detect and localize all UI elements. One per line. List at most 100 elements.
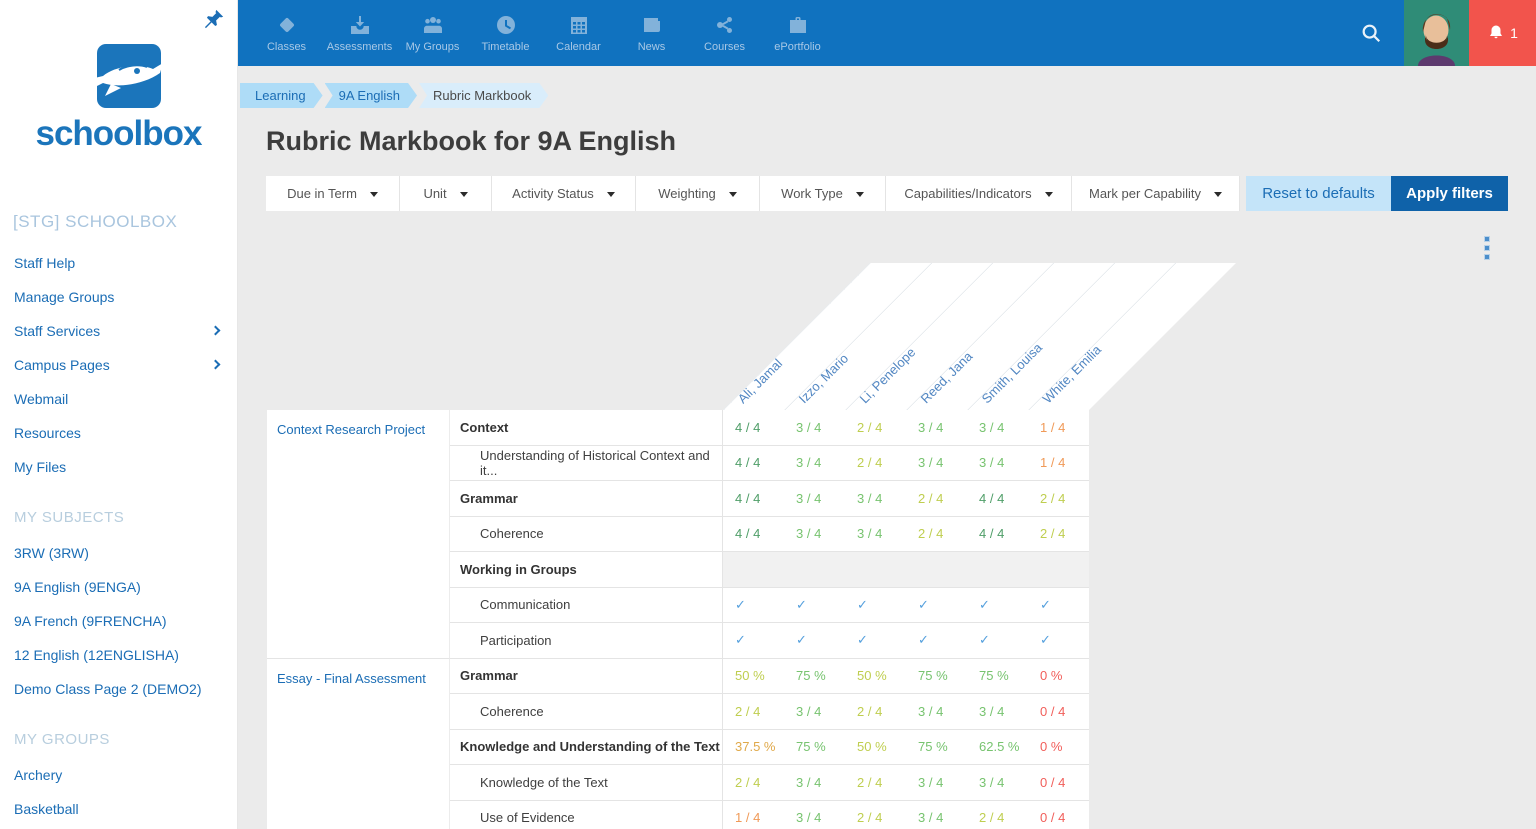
filter-dropdown-unit[interactable]: Unit xyxy=(400,176,492,211)
mark-cell[interactable]: 4 / 4 xyxy=(967,517,1028,552)
mark-cell[interactable]: 3 / 4 xyxy=(784,410,845,445)
mark-cell[interactable]: 3 / 4 xyxy=(845,517,906,552)
mark-cell[interactable]: 4 / 4 xyxy=(723,446,784,481)
mark-cell[interactable]: ✓ xyxy=(784,623,845,658)
nav-item-eportfolio[interactable]: ePortfolio xyxy=(761,0,834,66)
apply-filters-button[interactable]: Apply filters xyxy=(1391,176,1508,211)
mark-cell[interactable]: 3 / 4 xyxy=(967,410,1028,445)
reset-to-defaults-button[interactable]: Reset to defaults xyxy=(1246,176,1391,211)
sidebar-item-my-files[interactable]: My Files xyxy=(0,450,237,484)
mark-cell[interactable]: ✓ xyxy=(1028,623,1089,658)
sidebar-item-staff-services[interactable]: Staff Services xyxy=(0,314,237,348)
mark-cell[interactable]: 3 / 4 xyxy=(784,801,845,829)
search-button[interactable] xyxy=(1338,0,1404,66)
filter-dropdown-work-type[interactable]: Work Type xyxy=(760,176,886,211)
mark-cell[interactable]: 2 / 4 xyxy=(845,765,906,800)
nav-item-timetable[interactable]: Timetable xyxy=(469,0,542,66)
mark-cell[interactable]: ✓ xyxy=(723,588,784,623)
mark-cell[interactable]: 75 % xyxy=(784,730,845,765)
mark-cell[interactable]: 3 / 4 xyxy=(967,446,1028,481)
notifications-button[interactable]: 1 xyxy=(1469,0,1536,66)
mark-cell[interactable]: 75 % xyxy=(784,659,845,694)
mark-cell[interactable]: 75 % xyxy=(967,659,1028,694)
mark-cell[interactable]: ✓ xyxy=(845,588,906,623)
mark-cell[interactable]: 2 / 4 xyxy=(723,694,784,729)
mark-cell[interactable]: 4 / 4 xyxy=(723,517,784,552)
nav-item-courses[interactable]: Courses xyxy=(688,0,761,66)
mark-cell[interactable]: 2 / 4 xyxy=(845,801,906,829)
sidebar-item-resources[interactable]: Resources xyxy=(0,416,237,450)
nav-item-assessments[interactable]: Assessments xyxy=(323,0,396,66)
breadcrumb-item-learning[interactable]: Learning xyxy=(240,83,323,108)
assessment-link-context-research-project[interactable]: Context Research Project xyxy=(277,422,425,437)
assessment-link-essay-final-assessment[interactable]: Essay - Final Assessment xyxy=(277,671,426,686)
mark-cell[interactable]: ✓ xyxy=(967,623,1028,658)
sidebar-item-demo-class-page-2-demo2[interactable]: Demo Class Page 2 (DEMO2) xyxy=(0,672,237,706)
mark-cell[interactable]: 0 / 4 xyxy=(1028,694,1089,729)
mark-cell[interactable]: 4 / 4 xyxy=(723,410,784,445)
mark-cell[interactable]: ✓ xyxy=(784,588,845,623)
kebab-menu-icon[interactable] xyxy=(1484,236,1490,263)
mark-cell[interactable]: 2 / 4 xyxy=(723,765,784,800)
mark-cell[interactable]: 4 / 4 xyxy=(967,481,1028,516)
mark-cell[interactable]: 1 / 4 xyxy=(1028,446,1089,481)
mark-cell[interactable]: 3 / 4 xyxy=(906,410,967,445)
mark-cell[interactable]: ✓ xyxy=(906,623,967,658)
mark-cell[interactable]: ✓ xyxy=(1028,588,1089,623)
mark-cell[interactable]: 3 / 4 xyxy=(906,446,967,481)
sidebar-item-archery[interactable]: Archery xyxy=(0,758,237,792)
nav-item-classes[interactable]: Classes xyxy=(250,0,323,66)
pin-icon[interactable] xyxy=(203,8,225,30)
user-avatar[interactable] xyxy=(1404,0,1469,66)
mark-cell[interactable]: 1 / 4 xyxy=(723,801,784,829)
mark-cell[interactable]: 3 / 4 xyxy=(967,765,1028,800)
mark-cell[interactable]: 1 / 4 xyxy=(1028,410,1089,445)
mark-cell[interactable]: 3 / 4 xyxy=(784,446,845,481)
mark-cell[interactable]: 2 / 4 xyxy=(845,694,906,729)
mark-cell[interactable]: 2 / 4 xyxy=(1028,517,1089,552)
nav-item-my-groups[interactable]: My Groups xyxy=(396,0,469,66)
mark-cell[interactable]: 2 / 4 xyxy=(1028,481,1089,516)
mark-cell[interactable]: 50 % xyxy=(845,659,906,694)
mark-cell[interactable]: 3 / 4 xyxy=(784,694,845,729)
breadcrumb-item-9a-english[interactable]: 9A English xyxy=(325,83,417,108)
mark-cell[interactable]: 2 / 4 xyxy=(906,481,967,516)
mark-cell[interactable]: 0 % xyxy=(1028,730,1089,765)
mark-cell[interactable]: 2 / 4 xyxy=(967,801,1028,829)
mark-cell[interactable]: 62.5 % xyxy=(967,730,1028,765)
mark-cell[interactable]: 3 / 4 xyxy=(784,765,845,800)
sidebar-item-basketball[interactable]: Basketball xyxy=(0,792,237,826)
nav-item-calendar[interactable]: Calendar xyxy=(542,0,615,66)
mark-cell[interactable]: 37.5 % xyxy=(723,730,784,765)
mark-cell[interactable]: 3 / 4 xyxy=(784,517,845,552)
filter-dropdown-weighting[interactable]: Weighting xyxy=(636,176,760,211)
mark-cell[interactable]: ✓ xyxy=(967,588,1028,623)
mark-cell[interactable]: ✓ xyxy=(906,588,967,623)
mark-cell[interactable]: 3 / 4 xyxy=(906,765,967,800)
mark-cell[interactable]: 2 / 4 xyxy=(845,410,906,445)
mark-cell[interactable]: ✓ xyxy=(723,623,784,658)
mark-cell[interactable]: 3 / 4 xyxy=(967,694,1028,729)
nav-item-news[interactable]: News xyxy=(615,0,688,66)
mark-cell[interactable]: 3 / 4 xyxy=(906,801,967,829)
mark-cell[interactable]: 75 % xyxy=(906,730,967,765)
sidebar-item-manage-groups[interactable]: Manage Groups xyxy=(0,280,237,314)
mark-cell[interactable]: 0 / 4 xyxy=(1028,765,1089,800)
mark-cell[interactable]: 0 / 4 xyxy=(1028,801,1089,829)
mark-cell[interactable]: 4 / 4 xyxy=(723,481,784,516)
mark-cell[interactable]: 50 % xyxy=(723,659,784,694)
sidebar-item-staff-help[interactable]: Staff Help xyxy=(0,246,237,280)
sidebar-item-9a-english-9enga[interactable]: 9A English (9ENGA) xyxy=(0,570,237,604)
mark-cell[interactable]: 75 % xyxy=(906,659,967,694)
mark-cell[interactable]: 50 % xyxy=(845,730,906,765)
filter-dropdown-due-in-term[interactable]: Due in Term xyxy=(266,176,400,211)
mark-cell[interactable]: 0 % xyxy=(1028,659,1089,694)
sidebar-item-9a-french-9frencha[interactable]: 9A French (9FRENCHA) xyxy=(0,604,237,638)
mark-cell[interactable]: 2 / 4 xyxy=(845,446,906,481)
mark-cell[interactable]: 3 / 4 xyxy=(906,694,967,729)
sidebar-item-webmail[interactable]: Webmail xyxy=(0,382,237,416)
mark-cell[interactable]: 2 / 4 xyxy=(906,517,967,552)
mark-cell[interactable]: ✓ xyxy=(845,623,906,658)
sidebar-item-12-english-12englisha[interactable]: 12 English (12ENGLISHA) xyxy=(0,638,237,672)
schoolbox-logo[interactable]: schoolbox xyxy=(24,44,214,154)
